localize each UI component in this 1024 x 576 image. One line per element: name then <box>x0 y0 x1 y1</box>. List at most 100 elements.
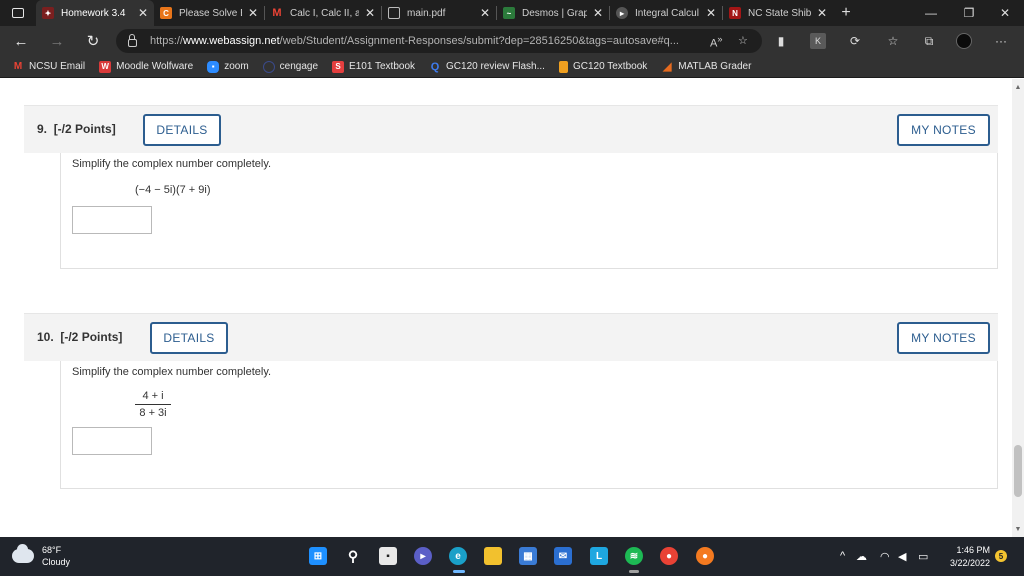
gmail-icon: M <box>271 7 283 19</box>
back-arrow-icon[interactable]: ← <box>4 26 38 56</box>
bookmark-cengage[interactable]: cengage <box>262 60 318 73</box>
active-app-indicator <box>453 570 465 573</box>
forward-arrow-icon[interactable]: → <box>40 26 74 56</box>
my-notes-button[interactable]: MY NOTES <box>897 114 990 146</box>
system-clock[interactable]: 1:46 PM 3/22/2022 <box>944 544 990 570</box>
extension-icon[interactable]: ▮ <box>772 33 790 49</box>
tab-desmos[interactable]: ~ Desmos | Grap ✕ <box>497 0 609 26</box>
tab-title: NC State Shibb <box>748 7 811 19</box>
mail-icon[interactable]: ✉ <box>554 547 572 565</box>
bookmark-ncsu-email[interactable]: M NCSU Email <box>12 61 85 73</box>
task-view-icon[interactable]: ▪ <box>379 547 397 565</box>
sync-icon[interactable]: ⟳ <box>846 33 864 49</box>
question-number: 10. [-/2 Points] <box>37 330 123 344</box>
tab-actions-icon[interactable] <box>0 0 36 26</box>
running-app-indicator <box>629 570 639 573</box>
document-icon <box>388 7 400 19</box>
close-tab-icon[interactable]: ✕ <box>248 6 258 20</box>
tab-title: Integral Calcul <box>635 7 699 19</box>
read-aloud-icon[interactable]: A» <box>710 34 722 50</box>
question-body <box>60 153 998 269</box>
bookmark-gc120-flash[interactable]: Q GC120 review Flash... <box>429 61 545 73</box>
math-expression: (−4 − 5i)(7 + 9i) <box>135 184 211 196</box>
store-icon[interactable]: ▦ <box>519 547 537 565</box>
answer-input[interactable] <box>72 206 152 234</box>
app-l-icon[interactable]: L <box>590 547 608 565</box>
cengage-icon <box>262 60 275 73</box>
cloud-icon <box>12 544 34 563</box>
onedrive-icon[interactable]: ☁ <box>856 550 867 563</box>
close-tab-icon[interactable]: ✕ <box>480 6 490 20</box>
quizlet-icon: Q <box>430 60 440 73</box>
spotify-icon[interactable]: ≋ <box>625 547 643 565</box>
fraction-denominator: 8 + 3i <box>139 407 167 419</box>
fraction-numerator: 4 + i <box>135 390 171 405</box>
bookmark-e101[interactable]: S E101 Textbook <box>332 60 415 73</box>
weather-temperature: 68°F <box>42 545 62 555</box>
vertical-scrollbar[interactable]: ▲ ▼ <box>1012 79 1024 537</box>
volume-icon[interactable]: ◀ <box>898 550 906 563</box>
question-body <box>60 361 998 489</box>
show-hidden-icons-icon[interactable]: ^ <box>840 550 845 562</box>
page-content: 9. [-/2 Points] DETAILS MY NOTES Simplif… <box>0 79 1012 537</box>
bookmark-label: MATLAB Grader <box>678 61 752 72</box>
favorites-icon[interactable]: ☆ <box>884 33 902 49</box>
bookmark-gc120-textbook[interactable]: GC120 Textbook <box>558 60 648 73</box>
my-notes-button[interactable]: MY NOTES <box>897 322 990 354</box>
details-button[interactable]: DETAILS <box>143 114 221 146</box>
scroll-thumb[interactable] <box>1014 445 1022 497</box>
question-header: 10. [-/2 Points] DETAILS MY NOTES <box>24 313 998 361</box>
close-window-button[interactable]: ✕ <box>982 0 1024 26</box>
tab-title: Please Solve Bo <box>179 7 242 19</box>
collections-icon[interactable]: ⧉ <box>920 33 938 49</box>
tab-chegg[interactable]: C Please Solve Bo ✕ <box>154 0 264 26</box>
edge-icon[interactable]: e <box>449 547 467 565</box>
bookmark-moodle[interactable]: W Moodle Wolfware <box>99 60 194 73</box>
bookmark-zoom[interactable]: ▪ zoom <box>207 60 249 73</box>
bookmark-label: Moodle Wolfware <box>116 61 194 72</box>
scroll-down-icon[interactable]: ▼ <box>1012 523 1024 535</box>
close-tab-icon[interactable]: ✕ <box>365 6 375 20</box>
firefox-icon[interactable]: ● <box>696 547 714 565</box>
url-host: www.webassign.net <box>183 35 280 47</box>
webassign-icon: ✦ <box>42 7 54 19</box>
notification-badge[interactable]: 5 <box>995 550 1007 562</box>
wifi-icon[interactable]: ◠ <box>880 550 890 563</box>
favorite-add-icon[interactable]: ☆ <box>738 34 748 47</box>
address-bar[interactable]: https://www.webassign.net/web/Student/As… <box>116 29 762 53</box>
close-tab-icon[interactable]: ✕ <box>593 6 603 20</box>
lock-icon[interactable] <box>128 34 137 47</box>
menu-icon[interactable]: ··· <box>992 33 1010 49</box>
close-tab-icon[interactable]: ✕ <box>817 6 827 20</box>
chrome-icon[interactable]: ● <box>660 547 678 565</box>
chat-icon[interactable]: ▸ <box>414 547 432 565</box>
close-tab-icon[interactable]: ✕ <box>706 6 716 20</box>
zoom-icon: ▪ <box>207 60 220 73</box>
question-prompt: Simplify the complex number completely. <box>72 366 272 378</box>
moodle-icon: W <box>99 60 112 73</box>
url-path: /web/Student/Assignment-Responses/submit… <box>279 35 679 47</box>
battery-icon[interactable]: ▭ <box>918 550 928 563</box>
bookmark-label: GC120 Textbook <box>572 61 648 72</box>
close-tab-icon[interactable]: ✕ <box>138 6 148 20</box>
tab-pdf[interactable]: main.pdf ✕ <box>382 0 496 26</box>
tab-ncstate[interactable]: N NC State Shibb ✕ <box>723 0 833 26</box>
tab-integral[interactable]: ▸ Integral Calcul ✕ <box>610 0 722 26</box>
reload-icon[interactable]: ↻ <box>76 26 110 56</box>
bookmark-label: NCSU Email <box>29 61 86 72</box>
profile-icon[interactable] <box>956 33 972 49</box>
search-icon[interactable]: ⚲ <box>344 547 362 565</box>
tab-homework[interactable]: ✦ Homework 3.4 ✕ <box>36 0 154 26</box>
scroll-up-icon[interactable]: ▲ <box>1012 81 1024 93</box>
extension-k-icon[interactable]: K <box>810 33 826 49</box>
new-tab-button[interactable]: + <box>833 0 859 26</box>
file-explorer-icon[interactable] <box>484 547 502 565</box>
weather-widget[interactable]: 68°F Cloudy <box>12 544 70 568</box>
start-icon[interactable]: ⊞ <box>309 547 327 565</box>
details-button[interactable]: DETAILS <box>150 322 228 354</box>
answer-input[interactable] <box>72 427 152 455</box>
tab-title: main.pdf <box>407 7 446 19</box>
textbook-icon: S <box>332 60 345 73</box>
tab-gmail[interactable]: M Calc I, Calc II, a ✕ <box>265 0 381 26</box>
bookmark-matlab[interactable]: ◢ MATLAB Grader <box>661 61 751 73</box>
